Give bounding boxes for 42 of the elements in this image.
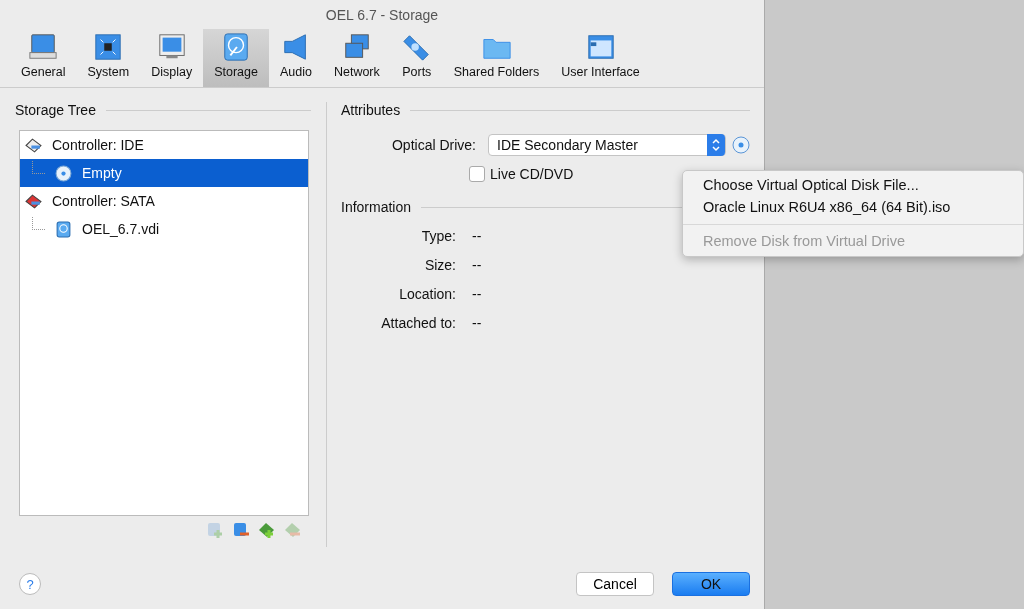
- connector-icon: [401, 32, 432, 62]
- settings-tab[interactable]: Audio: [268, 29, 323, 87]
- tree-item[interactable]: Empty: [20, 159, 309, 187]
- optical-drive-dropdown[interactable]: IDE Secondary Master: [488, 134, 726, 156]
- info-value: --: [472, 257, 482, 273]
- window-icon: [585, 32, 616, 62]
- settings-tab[interactable]: Shared Folders: [442, 29, 551, 87]
- field-label: Optical Drive:: [390, 137, 477, 153]
- section-title: Storage Tree: [15, 102, 96, 118]
- settings-tab[interactable]: System: [76, 29, 141, 87]
- tree-item[interactable]: OEL_6.7.vdi: [20, 215, 309, 243]
- info-label: Type:: [420, 228, 456, 244]
- info-label: Size:: [423, 257, 456, 273]
- computer-icon: [28, 32, 59, 62]
- info-value: --: [472, 286, 482, 302]
- settings-tab[interactable]: General: [10, 29, 77, 87]
- info-label: Attached to:: [380, 315, 456, 331]
- live-cd-checkbox[interactable]: Live CD/DVD: [469, 166, 574, 182]
- controller-icon: [25, 192, 42, 210]
- section-title: Information: [341, 199, 412, 215]
- info-label: Location:: [398, 286, 456, 302]
- settings-tab[interactable]: User Interface: [550, 29, 651, 87]
- ok-button[interactable]: OK: [672, 572, 750, 596]
- disc-icon: [55, 164, 72, 182]
- stepper-icon: [711, 137, 721, 153]
- chip-icon: [93, 32, 124, 62]
- cancel-button[interactable]: Cancel: [576, 572, 654, 596]
- settings-tab[interactable]: Ports: [390, 29, 443, 87]
- info-value: --: [472, 228, 482, 244]
- window-title: OEL 6.7 - Storage: [324, 6, 440, 25]
- settings-tab[interactable]: Storage: [203, 29, 269, 87]
- disc-icon[interactable]: [732, 136, 750, 154]
- help-button[interactable]: ?: [19, 573, 41, 595]
- menu-item[interactable]: Oracle Linux R6U4 x86_64 (64 Bit).iso: [683, 196, 1023, 218]
- controller-icon: [25, 136, 42, 154]
- tree-item[interactable]: Controller: IDE: [20, 131, 309, 159]
- settings-tab[interactable]: Display: [140, 29, 204, 87]
- info-value: --: [472, 315, 482, 331]
- menu-item[interactable]: Choose Virtual Optical Disk File...: [683, 174, 1023, 196]
- settings-tab[interactable]: Network: [322, 29, 391, 87]
- section-title: Attributes: [341, 102, 401, 118]
- tree-item[interactable]: Controller: SATA: [20, 187, 309, 215]
